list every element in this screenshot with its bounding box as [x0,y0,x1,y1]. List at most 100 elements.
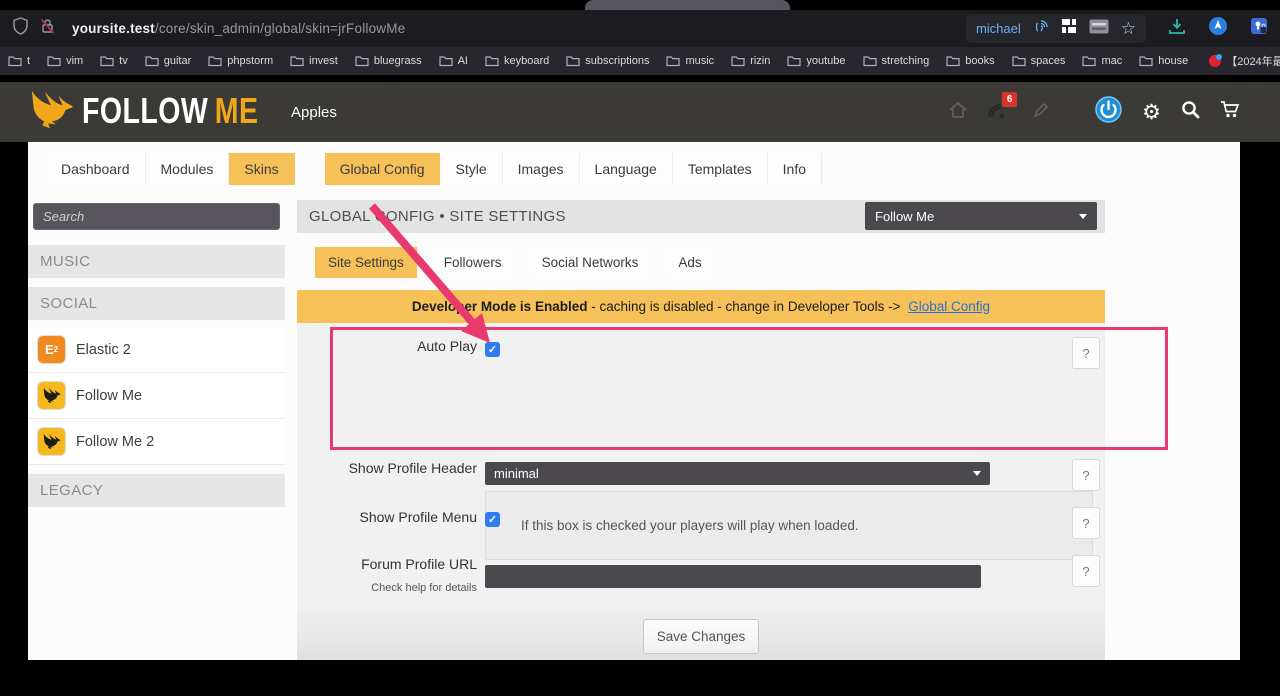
bookmark-item[interactable]: vim [47,55,83,67]
folder-icon [355,55,369,67]
profile-header-label: Show Profile Header [297,460,477,476]
developer-mode-banner: Developer Mode is Enabled - caching is d… [297,290,1105,323]
sidebar-section-social[interactable]: SOCIAL [28,287,285,320]
sidebar-section-music[interactable]: MUSIC [28,245,285,278]
bookmark-item-special[interactable]: 【2024年最新】ドレ... [1209,53,1280,69]
bookmark-item[interactable]: rizin [731,55,770,67]
sub-tab[interactable]: Followers [431,247,515,278]
main-tab[interactable]: Info [768,153,822,185]
folder-icon [1139,55,1153,67]
brand-logo[interactable]: FOLLOWME [28,89,274,133]
sub-tab[interactable]: Site Settings [315,247,417,278]
sidebar-item-followme2[interactable]: Follow Me 2 [28,419,285,465]
bookmark-item[interactable]: subscriptions [566,55,649,67]
forum-url-input[interactable] [485,565,981,588]
reader-view-icon[interactable] [1089,19,1109,39]
extensions-grid-icon[interactable] [1061,18,1077,39]
folder-icon [290,55,304,67]
bookmarks-bar: t vim tv guitar phpstorm [0,47,1280,75]
save-changes-button[interactable]: Save Changes [643,619,760,654]
main-tab[interactable]: Style [440,153,502,185]
profile-menu-checkbox[interactable]: ✓ [485,512,500,527]
bookmark-item[interactable]: tv [100,55,128,67]
sub-tab[interactable]: Social Networks [529,247,652,278]
main-tab[interactable]: Dashboard [46,153,146,185]
skin-selector-dropdown[interactable]: Follow Me [865,202,1097,230]
folder-icon [666,55,680,67]
folder-icon [1012,55,1026,67]
bookmark-item[interactable]: youtube [787,55,845,67]
activity-icon[interactable]: 6 [987,101,1007,124]
bookmark-item[interactable]: t [8,55,30,67]
sub-tab[interactable]: Ads [665,247,714,278]
forum-url-help-button[interactable]: ? [1072,555,1100,587]
bookmark-star-icon[interactable]: ☆ [1121,20,1136,37]
bookmark-item[interactable]: stretching [863,55,930,67]
main-tab[interactable]: Language [580,153,673,185]
bookmark-item[interactable]: spaces [1012,55,1066,67]
shield-icon[interactable] [12,17,29,40]
main-tab[interactable]: Global Config [325,153,441,185]
power-icon[interactable] [1095,96,1122,128]
password-manager-icon[interactable] [1250,17,1268,40]
gear-icon[interactable]: ⚙ [1142,102,1161,123]
url-text[interactable]: yoursite.test/core/skin_admin/global/ski… [72,21,405,36]
bookmark-label: spaces [1031,55,1066,67]
cart-icon[interactable] [1220,100,1240,124]
home-icon[interactable] [949,102,967,123]
bookmark-label: keyboard [504,55,549,67]
autoplay-help-button[interactable]: ? [1072,337,1100,369]
bookmark-item[interactable]: mac [1082,55,1122,67]
downloads-icon[interactable] [1168,18,1186,40]
folder-icon [787,55,801,67]
bookmark-item[interactable]: house [1139,55,1188,67]
bookmark-item[interactable]: music [666,55,714,67]
bookmark-item[interactable]: phpstorm [208,55,273,67]
main-tab[interactable]: Modules [146,153,230,185]
form-footer-bar: Save Changes [297,612,1105,660]
sidebar-item-label: Follow Me 2 [76,434,154,450]
search-icon[interactable] [1181,100,1200,124]
sidebar-item-followme[interactable]: Follow Me [28,373,285,419]
profile-menu-help-button[interactable]: ? [1072,507,1100,539]
sidebar-section-legacy[interactable]: LEGACY [28,474,285,507]
notification-badge: 6 [1002,92,1017,107]
sub-tab-label: Site Settings [328,255,404,270]
folder-icon [208,55,222,67]
bookmark-item[interactable]: AI [439,55,468,67]
main-tab[interactable]: Skins [229,153,294,185]
folder-icon [439,55,453,67]
main-tab-label: Global Config [340,161,425,177]
bookmark-label: phpstorm [227,55,273,67]
global-config-link[interactable]: Global Config [908,299,990,314]
main-tab[interactable]: Images [503,153,580,185]
eagle-logo-icon [28,89,74,133]
bookmark-label: AI [458,55,468,67]
main-tab-label: Templates [688,161,752,177]
browser-url-bar: yoursite.test/core/skin_admin/global/ski… [0,10,1280,47]
autoplay-checkbox[interactable]: ✓ [485,342,500,357]
bookmark-item[interactable]: invest [290,55,338,67]
bookmark-item[interactable]: keyboard [485,55,549,67]
pencil-icon[interactable] [1033,102,1049,123]
sidebar-item-elastic2[interactable]: E2 Elastic 2 [28,327,285,373]
main-tab[interactable]: Templates [673,153,768,185]
insecure-lock-icon[interactable] [39,17,56,40]
navigation-location-icon[interactable] [1208,16,1228,41]
bookmark-item[interactable]: bluegrass [355,55,422,67]
bookmark-label: 【2024年最新】ドレ... [1226,53,1280,69]
browser-tab-remnant[interactable] [585,0,790,10]
followme-skin-icon [38,382,65,409]
folder-icon [8,55,22,67]
sidebar-search-input[interactable] [33,203,280,230]
bookmark-list: t vim tv guitar phpstorm [8,55,1205,67]
folder-icon [485,55,499,67]
bookmark-item[interactable]: guitar [145,55,192,67]
profile-header-select[interactable]: minimal [485,462,990,485]
sub-tab-label: Followers [444,255,502,270]
bookmark-item[interactable]: books [946,55,994,67]
profile-header-help-button[interactable]: ? [1072,459,1100,491]
appbar-menu-apples[interactable]: Apples [291,104,337,121]
chevron-down-icon [973,471,981,476]
browser-profile-chip[interactable]: michael ☆ [966,14,1146,43]
